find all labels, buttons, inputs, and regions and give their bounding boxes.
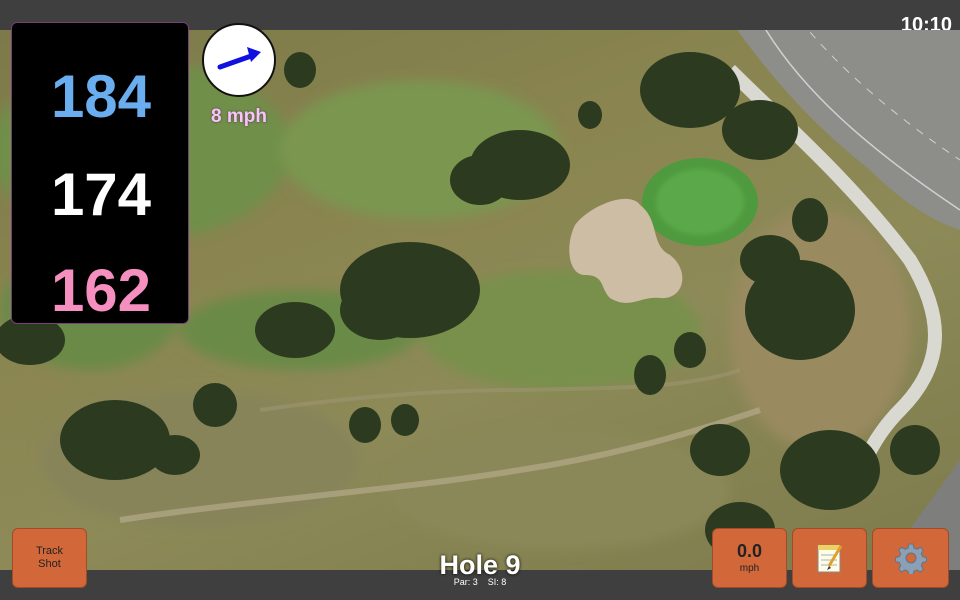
si-label: SI: [487, 577, 499, 587]
hole-meta: Par: 3 SI: 8 [380, 577, 580, 587]
si-value: 8 [501, 577, 507, 587]
wind-speed-label: 8 mph [211, 106, 267, 127]
track-shot-label-line2: Shot [38, 558, 61, 570]
yardage-back: 184 [50, 63, 152, 130]
notepad-icon [817, 545, 842, 573]
par-value: 3 [472, 577, 478, 587]
yardage-front: 162 [50, 257, 152, 324]
yardage-panel: 184 174 162 [11, 22, 189, 324]
speed-button[interactable]: 0.0 mph [712, 528, 787, 588]
wind-indicator [202, 23, 276, 97]
par-label: Par: [453, 577, 471, 587]
notes-button[interactable] [792, 528, 867, 588]
settings-button[interactable] [872, 528, 949, 588]
track-shot-label-line1: Track [35, 545, 64, 557]
speed-unit: mph [739, 563, 760, 574]
track-shot-button[interactable]: Track Shot [12, 528, 87, 588]
speed-value: 0.0 [736, 541, 763, 561]
gear-icon [894, 543, 927, 574]
yardage-center: 174 [50, 161, 152, 228]
wind-direction-arrow-icon [217, 47, 261, 70]
